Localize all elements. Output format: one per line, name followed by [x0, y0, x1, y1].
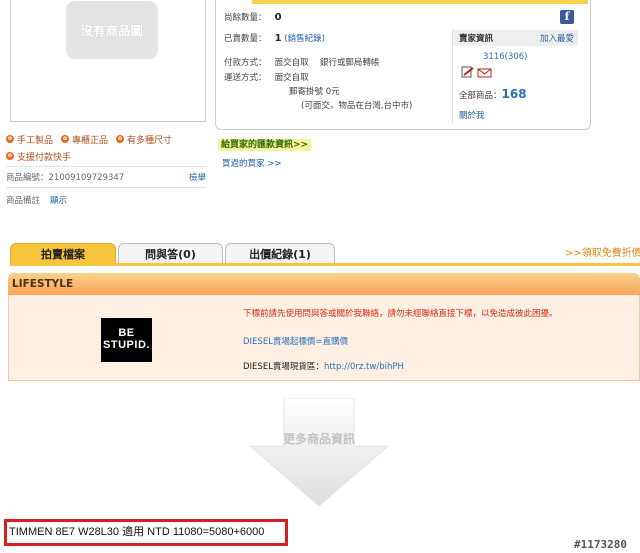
no-image-placeholder: 沒有商品圖	[66, 1, 158, 59]
contact-warning-text: 下標前請先使用問與答或關於我聯絡，請勿未經聯絡直接下標，以免造成彼此困擾。	[243, 309, 558, 319]
buyer-payment-info-link[interactable]: 給買家的匯款資訊>>	[218, 139, 312, 151]
seller-header: 賣家資訊 加入最愛	[453, 30, 578, 46]
circle-bullet-icon: o	[6, 152, 14, 160]
feature-handmade: o 手工製品	[6, 135, 54, 146]
seller-info-box: 賣家資訊 加入最愛 3116(306) 全部商品：168 關於我	[452, 30, 578, 124]
diesel-store-row: DIESEL賣場現貨區：http://0rz.tw/bihPH	[243, 362, 404, 372]
tab-qa[interactable]: 問與答(0)	[118, 243, 223, 263]
feature-authentic: o 專櫃正品	[61, 135, 109, 146]
post-watermark: #1173280	[574, 538, 627, 551]
panel-top-accent	[252, 0, 588, 4]
shipping-post: 郵寄掛號 0元	[289, 87, 340, 97]
seller-title: 賣家資訊	[459, 34, 494, 44]
about-me-link[interactable]: 關於我	[459, 109, 485, 121]
edit-mail-icon	[461, 66, 492, 78]
remaining-value: 0	[274, 12, 282, 23]
be-stupid-logo: BE STUPID.	[101, 318, 152, 362]
tab-bid-history[interactable]: 出價紀錄(1)	[225, 243, 335, 263]
lifestyle-header: LIFESTYLE	[8, 273, 640, 295]
more-info-arrow[interactable]: 更多商品資訊	[248, 397, 390, 508]
tab-auction-info[interactable]: 拍賣檔案	[10, 243, 116, 263]
circle-bullet-icon: o	[116, 135, 125, 143]
circle-bullet-icon: o	[61, 135, 70, 143]
sold-value: 1	[274, 33, 282, 44]
remaining-row: 尚餘數量： 0	[224, 12, 282, 23]
sold-row: 已賣數量： 1 (銷售紀錄)	[224, 33, 325, 44]
diesel-price-note: DIESEL賣場起標價=直購價	[243, 337, 349, 347]
contact-icons[interactable]	[461, 66, 495, 78]
circle-bullet-icon: o	[6, 135, 14, 143]
past-buyers-link[interactable]: 買過的買家 >>	[222, 157, 281, 169]
payment-row: 付款方式： 面交自取 銀行或郵局轉帳	[224, 58, 380, 68]
tab-underline	[10, 263, 640, 266]
diesel-store-link[interactable]: http://0rz.tw/bihPH	[324, 362, 404, 372]
product-code: 商品編號：21009109729347	[6, 173, 125, 183]
feature-list: o 手工製品 o 專櫃正品 o 有多種尺寸	[6, 132, 172, 146]
payment-value: 面交自取 銀行或郵局轉帳	[274, 58, 380, 68]
report-link[interactable]: 檢舉	[189, 171, 206, 183]
seller-total-value: 168	[501, 87, 527, 101]
seller-total-row: 全部商品：168	[459, 87, 527, 101]
feature-quick-pay: o 支援付款快手	[6, 152, 72, 163]
add-favorite-link[interactable]: 加入最愛	[540, 32, 574, 44]
down-arrow-icon	[248, 397, 390, 507]
free-coupon-link[interactable]: >>領取免費折價	[565, 244, 640, 259]
shipping-note: (可面交，物品在台灣,台中市)	[301, 101, 413, 111]
product-note-row: 商品備註 顯示	[6, 193, 206, 207]
shipping-row: 運送方式： 面交自取	[224, 73, 309, 83]
sales-record-link[interactable]: (銷售紀錄)	[284, 34, 325, 44]
divider	[6, 166, 206, 167]
seller-id[interactable]: 3116(306)	[483, 52, 528, 62]
product-image-frame: 沒有商品圖	[10, 0, 206, 122]
show-note-link[interactable]: 顯示	[50, 194, 67, 206]
product-code-row: 商品編號：21009109729347 檢舉	[6, 170, 206, 184]
price-caption: TIMMEN 8E7 W28L30 適用 NTD 11080=5080+6000	[4, 519, 288, 546]
facebook-icon[interactable]: f	[560, 10, 574, 24]
more-info-label: 更多商品資訊	[282, 432, 355, 446]
shipping-value: 面交自取	[274, 73, 309, 83]
product-note-label: 商品備註	[6, 196, 41, 206]
divider	[6, 187, 206, 188]
no-image-text: 沒有商品圖	[80, 23, 144, 38]
feature-multi-size: o 有多種尺寸	[116, 135, 173, 146]
feature-list-2: o 支援付款快手	[6, 149, 71, 163]
